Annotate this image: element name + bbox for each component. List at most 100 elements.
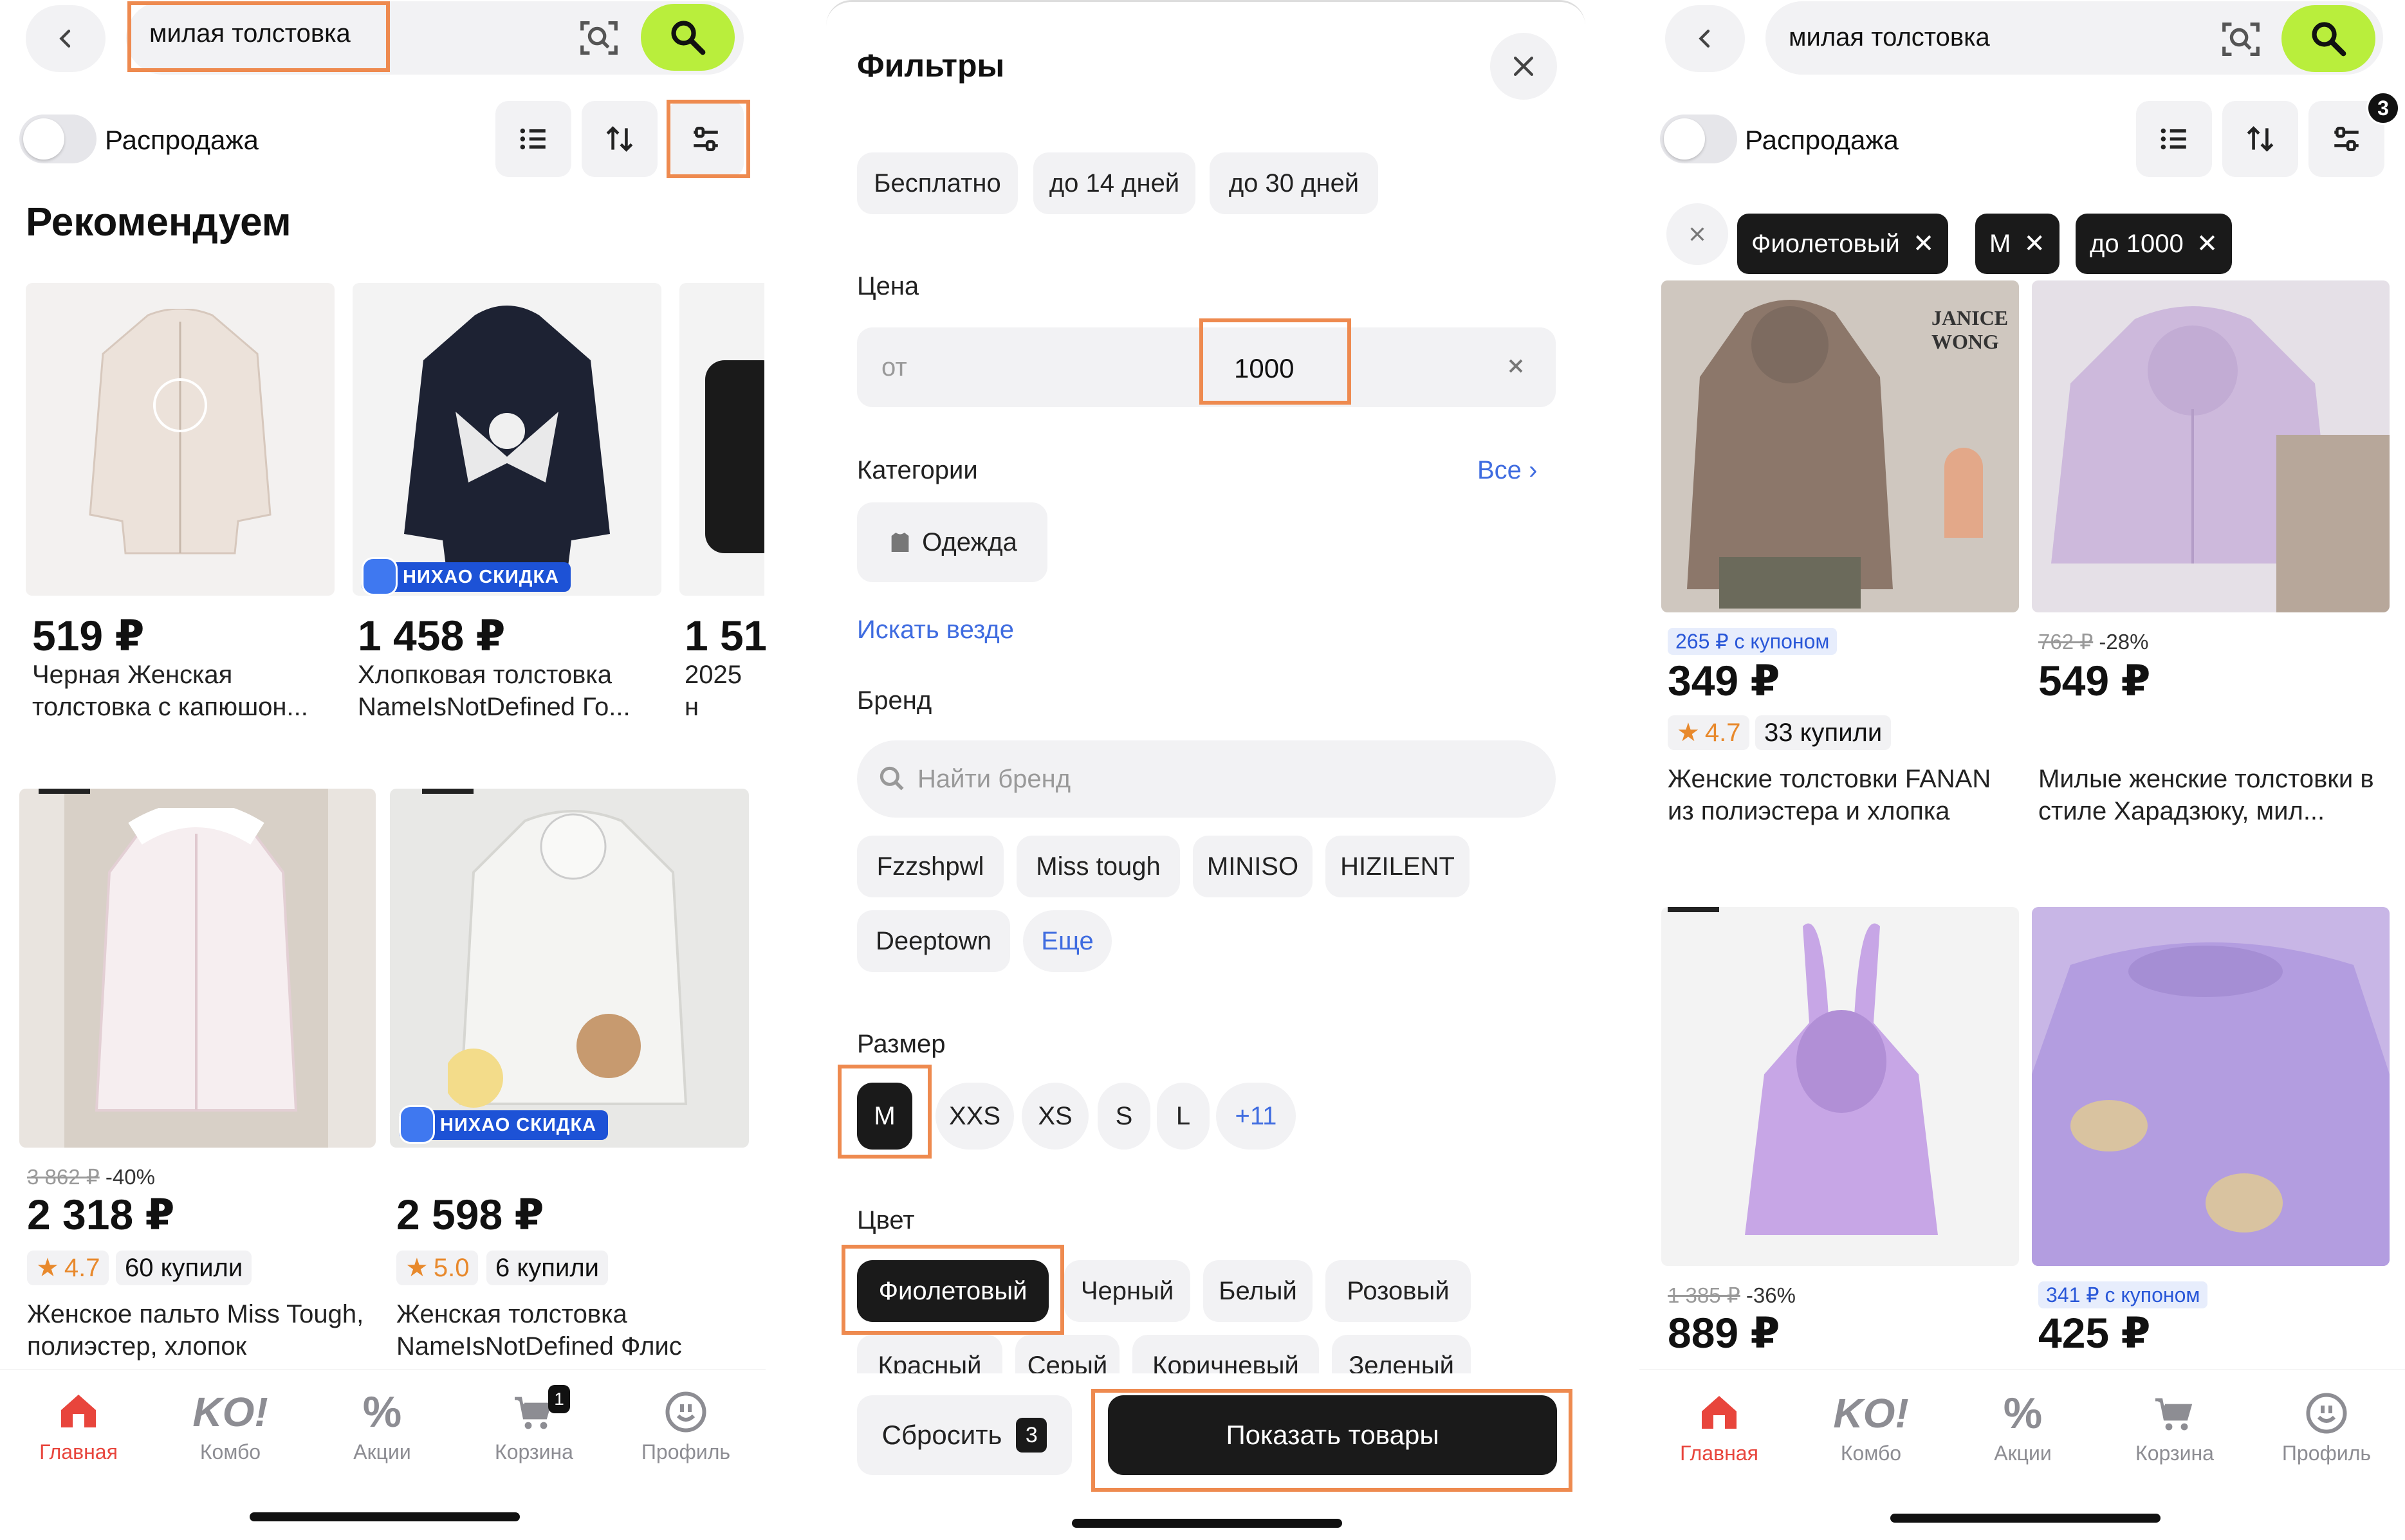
list-icon xyxy=(2161,128,2186,150)
product-title: Хлопковая толстовка NameIsNotDefined Го.… xyxy=(358,661,631,721)
price-from-input[interactable]: от xyxy=(881,353,907,382)
categories-all-link[interactable]: Все › xyxy=(1477,456,1537,485)
product-title: Женское пальто Miss Tough, полиэстер, хл… xyxy=(27,1300,364,1361)
active-filter-chip[interactable]: до 1000 ✕ xyxy=(2076,214,2233,274)
old-price: 1 385 ₽ -36% xyxy=(1668,1283,1796,1307)
nav-promos[interactable]: % Акции xyxy=(1958,1390,2087,1465)
color-chip[interactable]: Белый xyxy=(1203,1260,1313,1322)
nav-home[interactable]: Главная xyxy=(14,1389,143,1464)
search-icon xyxy=(880,766,904,791)
color-chip-selected[interactable]: Фиолетовый xyxy=(857,1260,1049,1322)
filter-button[interactable] xyxy=(668,101,744,177)
product-price: 1 519 xyxy=(685,612,766,659)
nav-cart[interactable]: Корзина xyxy=(2110,1390,2239,1465)
old-price: 762 ₽ -28% xyxy=(2038,630,2149,654)
brand-chip[interactable]: HIZILENT xyxy=(1325,836,1470,897)
product-card[interactable]: НИХАО СКИДКА xyxy=(390,789,749,1148)
combo-icon: KO! xyxy=(192,1389,268,1435)
remove-icon[interactable]: ✕ xyxy=(1913,229,1935,259)
home-indicator xyxy=(1072,1519,1342,1528)
sale-toggle[interactable] xyxy=(19,115,97,163)
category-chip[interactable]: Одежда xyxy=(857,502,1047,582)
brand-chip[interactable]: Miss tough xyxy=(1017,836,1180,897)
sort-button[interactable] xyxy=(582,101,658,177)
image-search-icon[interactable] xyxy=(576,15,622,60)
brand-search-input[interactable]: Найти бренд xyxy=(857,740,1556,818)
sheet-title: Фильтры xyxy=(857,48,1005,84)
search-button[interactable] xyxy=(2281,5,2375,72)
nav-combo[interactable]: KO! Комбо xyxy=(166,1389,295,1464)
search-everywhere-link[interactable]: Искать везде xyxy=(857,616,1014,645)
size-chip[interactable]: XXS xyxy=(935,1083,1014,1150)
clear-icon[interactable] xyxy=(1504,354,1527,378)
nav-cart[interactable]: Корзина 1 xyxy=(470,1385,598,1464)
sizes-more-chip[interactable]: +11 xyxy=(1216,1083,1296,1150)
reset-button[interactable]: Сбросить 3 xyxy=(857,1395,1072,1475)
brand-chip[interactable]: Fzzshpwl xyxy=(857,836,1004,897)
product-image xyxy=(448,810,688,1108)
product-card[interactable] xyxy=(26,283,335,596)
brands-more-chip[interactable]: Еще xyxy=(1023,910,1112,972)
back-button[interactable] xyxy=(1665,5,1745,72)
image-search-icon[interactable] xyxy=(2218,17,2263,62)
nav-profile[interactable]: Профиль xyxy=(2262,1390,2391,1465)
old-price: 3 862 ₽ -40% xyxy=(27,1165,155,1189)
back-button[interactable] xyxy=(26,5,106,72)
product-image xyxy=(1745,923,1938,1235)
list-view-button[interactable] xyxy=(495,101,571,177)
size-chip[interactable]: S xyxy=(1098,1083,1150,1150)
coupon-badge: 341 ₽ с купоном xyxy=(2038,1281,2208,1308)
show-products-button[interactable]: Показать товары xyxy=(1108,1395,1557,1475)
search-icon xyxy=(2312,22,2346,57)
product-card[interactable] xyxy=(1661,907,2019,1266)
brand-chip[interactable]: MINISO xyxy=(1193,836,1313,897)
nav-combo[interactable]: KO! Комбо xyxy=(1807,1390,1935,1465)
product-card[interactable] xyxy=(2032,907,2390,1266)
price-range-field[interactable] xyxy=(857,327,1556,407)
nav-profile[interactable]: Профиль xyxy=(622,1389,750,1464)
active-filter-chip[interactable]: M ✕ xyxy=(1975,214,2059,274)
size-chip-selected[interactable]: M xyxy=(857,1083,912,1150)
search-button[interactable] xyxy=(641,4,735,71)
search-input[interactable]: милая толстовка xyxy=(1789,23,1990,52)
sale-toggle[interactable] xyxy=(1660,115,1737,163)
sort-button[interactable] xyxy=(2222,101,2298,177)
percent-icon: % xyxy=(362,1388,402,1436)
price-to-input[interactable]: 1000 xyxy=(1234,353,1294,384)
search-input[interactable]: милая толстовка xyxy=(149,19,351,48)
sort-icon xyxy=(606,126,633,152)
filter-icon xyxy=(2334,127,2359,151)
clear-filters-button[interactable] xyxy=(1666,203,1728,265)
delivery-chip[interactable]: до 30 дней xyxy=(1210,152,1378,214)
nav-promos[interactable]: % Акции xyxy=(318,1389,447,1464)
filter-icon xyxy=(694,127,718,151)
bought-count: 6 купили xyxy=(486,1251,608,1285)
size-chip[interactable]: L xyxy=(1157,1083,1210,1150)
delivery-chip[interactable]: Бесплатно xyxy=(857,152,1018,214)
product-card[interactable] xyxy=(2032,280,2390,612)
size-chip[interactable]: XS xyxy=(1022,1083,1089,1150)
clothing-icon xyxy=(891,533,909,552)
close-button[interactable] xyxy=(1490,33,1557,100)
product-card[interactable]: JANICE WONG xyxy=(1661,280,2019,612)
list-view-button[interactable] xyxy=(2136,101,2212,177)
home-icon xyxy=(1702,1396,1737,1429)
delivery-chip[interactable]: до 14 дней xyxy=(1033,152,1195,214)
remove-icon[interactable]: ✕ xyxy=(2197,229,2218,259)
product-card[interactable] xyxy=(679,283,764,596)
filter-sheet: Фильтры Бесплатно до 14 дней до 30 дней … xyxy=(826,0,1585,1540)
bottom-nav: Главная KO! Комбо % Акции Корзина 1 Проф… xyxy=(0,1369,766,1540)
product-price: 2 598 ₽ xyxy=(396,1191,544,1238)
remove-icon[interactable]: ✕ xyxy=(2023,229,2045,259)
brand-chip[interactable]: Deeptown xyxy=(857,910,1010,972)
color-chip[interactable]: Розовый xyxy=(1325,1260,1471,1322)
active-filter-chip[interactable]: Фиолетовый ✕ xyxy=(1737,214,1949,274)
color-chip[interactable]: Черный xyxy=(1064,1260,1190,1322)
nav-home[interactable]: Главная xyxy=(1655,1390,1783,1465)
reset-count-badge: 3 xyxy=(1016,1418,1047,1453)
product-card[interactable]: НИХАО СКИДКА xyxy=(353,283,661,596)
product-card[interactable] xyxy=(19,789,376,1148)
product-price: 1 458 ₽ xyxy=(358,612,506,659)
brand-label: Бренд xyxy=(857,686,932,715)
product-image xyxy=(89,309,272,555)
